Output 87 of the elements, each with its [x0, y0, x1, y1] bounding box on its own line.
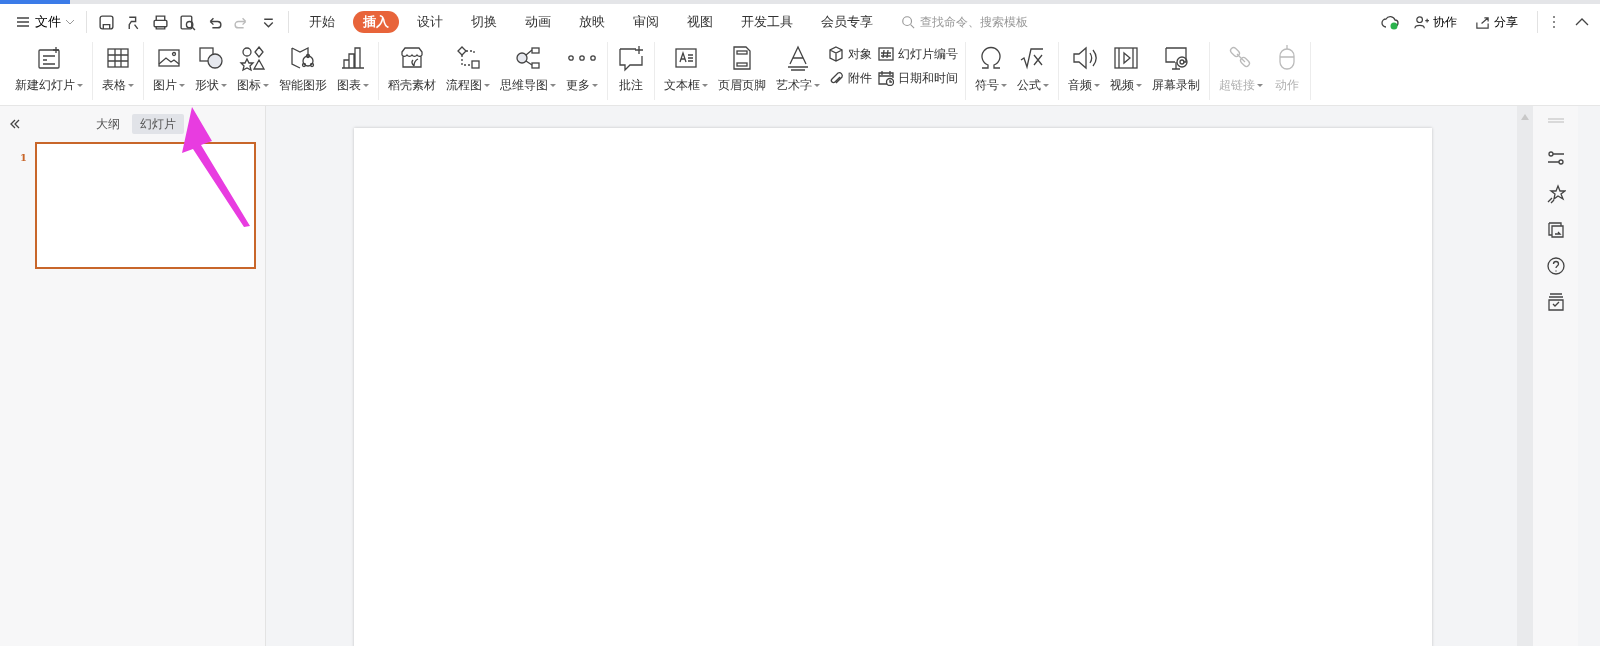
- menu-tab[interactable]: 设计: [407, 10, 453, 34]
- menu-tab[interactable]: 放映: [569, 10, 615, 34]
- menu-tab[interactable]: 开发工具: [731, 10, 803, 34]
- mind-map-icon: [514, 44, 542, 72]
- caret-icon: [1094, 83, 1100, 87]
- calendar-clock-icon: [878, 70, 894, 86]
- caret-icon: [484, 83, 490, 87]
- hash-icon: [878, 46, 894, 62]
- menu-tab[interactable]: 开始: [299, 10, 345, 34]
- print-preview-icon[interactable]: [179, 13, 196, 31]
- caret-icon: [550, 83, 556, 87]
- ribbon-button[interactable]: 文本框: [659, 42, 713, 96]
- bar-chart-icon: [339, 44, 367, 72]
- caret-icon: [1043, 83, 1049, 87]
- ribbon-button[interactable]: 新建幻灯片: [10, 42, 88, 96]
- caret-icon: [221, 83, 227, 87]
- menu-icon: [15, 14, 31, 30]
- ribbon-button[interactable]: 公式: [1012, 42, 1054, 96]
- caret-icon: [1257, 83, 1263, 87]
- ribbon-button[interactable]: 智能图形: [274, 42, 332, 96]
- share-button[interactable]: 分享: [1470, 14, 1523, 30]
- menu-tab[interactable]: 切换: [461, 10, 507, 34]
- ribbon-button[interactable]: 图表: [332, 42, 374, 96]
- caret-icon: [592, 83, 598, 87]
- ribbon-button[interactable]: 对象: [825, 42, 875, 66]
- new-slide-icon: [35, 44, 63, 72]
- archive-check-icon[interactable]: [1545, 292, 1566, 312]
- ribbon-button[interactable]: 流程图: [441, 42, 495, 96]
- caret-icon: [77, 83, 83, 87]
- object-icon: [828, 46, 844, 62]
- speaker-icon: [1070, 44, 1098, 72]
- slide-thumbnail[interactable]: [34, 142, 256, 269]
- caret-icon: [814, 83, 820, 87]
- save-icon[interactable]: [98, 13, 115, 31]
- file-menu-button[interactable]: 文件: [10, 14, 80, 30]
- ribbon-button[interactable]: 屏幕录制: [1147, 42, 1205, 96]
- ribbon-button[interactable]: 思维导图: [495, 42, 561, 96]
- collaborate-button[interactable]: 协作: [1409, 14, 1462, 30]
- menu-tab[interactable]: 视图: [677, 10, 723, 34]
- help-icon[interactable]: [1545, 256, 1566, 276]
- more-icon: [568, 55, 596, 61]
- menu-tab[interactable]: 动画: [515, 10, 561, 34]
- caret-icon: [179, 83, 185, 87]
- ribbon-button[interactable]: 视频: [1105, 42, 1147, 96]
- star-icon[interactable]: [1545, 184, 1566, 204]
- ribbon-button[interactable]: 稻壳素材: [383, 42, 441, 96]
- more-options-icon[interactable]: [1552, 14, 1556, 30]
- video-icon: [1112, 44, 1140, 72]
- icons-icon: [239, 44, 267, 72]
- panel-tab[interactable]: 大纲: [88, 114, 128, 134]
- cloud-sync-icon[interactable]: [1381, 14, 1401, 30]
- sliders-icon[interactable]: [1545, 148, 1566, 168]
- screen-switch-icon[interactable]: [1545, 220, 1566, 240]
- ribbon-button[interactable]: 图片: [148, 42, 190, 96]
- ribbon-button[interactable]: 更多: [561, 42, 603, 96]
- ribbon-button[interactable]: 批注: [612, 42, 650, 96]
- caret-icon: [702, 83, 708, 87]
- caret-icon: [1001, 83, 1007, 87]
- chevron-down-icon: [65, 17, 75, 27]
- ribbon-button[interactable]: 图标: [232, 42, 274, 96]
- print-icon[interactable]: [152, 13, 169, 31]
- search-icon: [901, 15, 915, 29]
- collaborate-icon: [1414, 14, 1429, 30]
- ribbon-button[interactable]: 音频: [1063, 42, 1105, 96]
- caret-icon: [1136, 83, 1142, 87]
- ribbon-button[interactable]: 页眉页脚: [713, 42, 771, 96]
- comment-icon: [617, 44, 645, 72]
- ribbon-button[interactable]: 艺术字: [771, 42, 825, 96]
- shapes-icon: [197, 44, 225, 72]
- ribbon-button[interactable]: 日期和时间: [875, 66, 961, 90]
- menu-tab[interactable]: 会员专享: [811, 10, 883, 34]
- menu-tab[interactable]: 审阅: [623, 10, 669, 34]
- caret-icon: [263, 83, 269, 87]
- caret-icon: [363, 83, 369, 87]
- panel-tab[interactable]: 幻灯片: [132, 114, 184, 134]
- paperclip-icon: [828, 70, 844, 86]
- ribbon-button[interactable]: 符号: [970, 42, 1012, 96]
- ribbon-button[interactable]: 附件: [825, 66, 875, 90]
- screen-record-icon: [1162, 44, 1190, 72]
- ribbon-button[interactable]: 幻灯片编号: [875, 42, 961, 66]
- ribbon-button[interactable]: 形状: [190, 42, 232, 96]
- slide-number: 1: [20, 151, 27, 165]
- share-icon: [1475, 14, 1490, 30]
- ribbon-button[interactable]: 表格: [97, 42, 139, 96]
- caret-icon: [128, 83, 134, 87]
- collapse-panel-icon[interactable]: [8, 117, 22, 131]
- search-field[interactable]: 查找命令、搜索模板: [901, 12, 1058, 32]
